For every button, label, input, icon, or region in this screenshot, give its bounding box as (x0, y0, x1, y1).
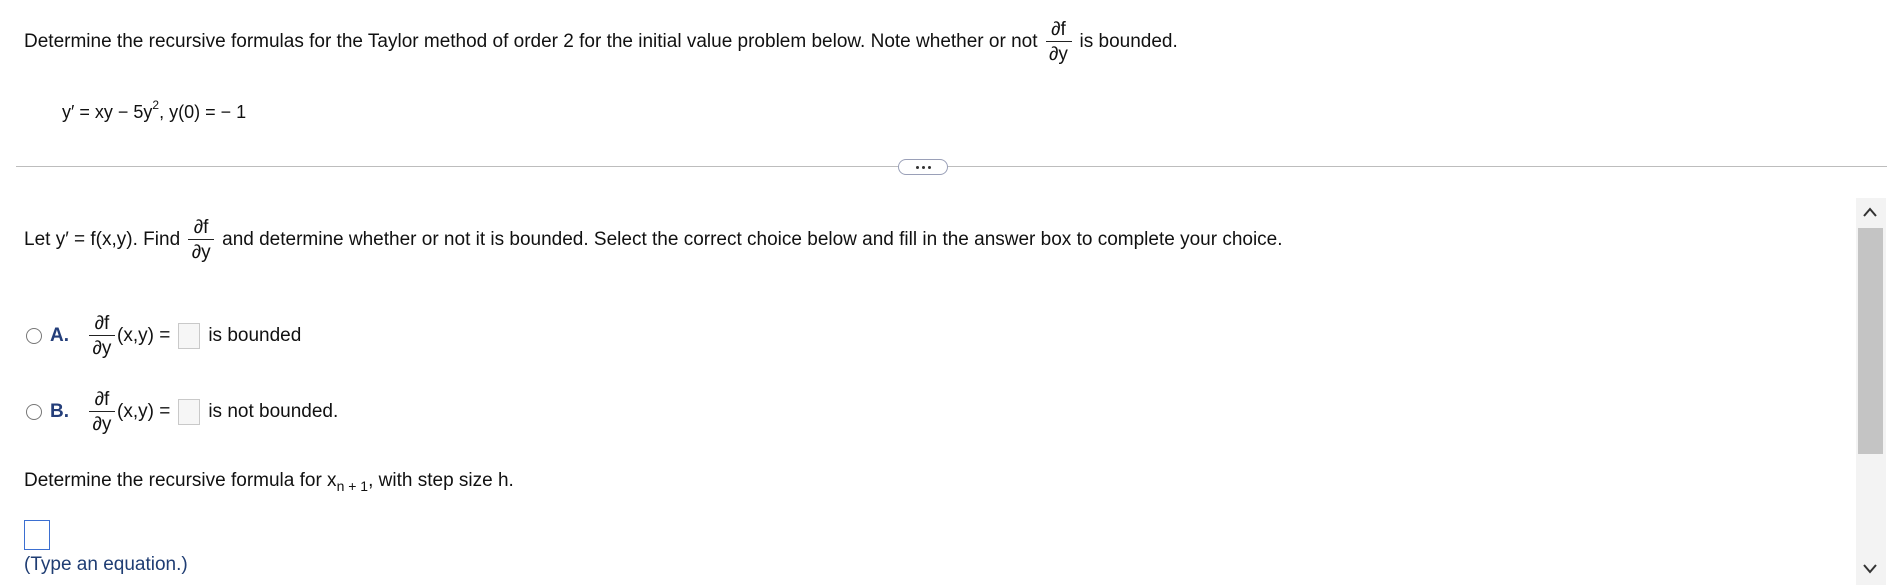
type-equation-hint: (Type an equation.) (24, 554, 188, 575)
choice-b-letter: B. (50, 401, 69, 422)
choice-b-radio[interactable] (26, 404, 42, 420)
part1-intro-end: and determine whether or not it is bound… (222, 229, 1283, 250)
part2-prompt: Determine the recursive formula for xn +… (24, 470, 514, 494)
chevron-down-icon[interactable] (1862, 560, 1878, 578)
partial-derivative-fraction: ∂f ∂y (188, 217, 215, 263)
partial-denominator: ∂y (191, 242, 211, 263)
scrollbar-thumb[interactable] (1858, 228, 1883, 454)
choice-a-expr: (x,y) = (117, 325, 171, 346)
choice-b-expr: (x,y) = (117, 401, 171, 422)
partial-numerator: ∂f (1051, 19, 1066, 40)
ivp-rhs: , y(0) = − 1 (159, 102, 247, 122)
choice-a[interactable]: A. ∂f ∂y (x,y) = is bounded (26, 314, 301, 358)
choice-b[interactable]: B. ∂f ∂y (x,y) = is not bounded. (26, 390, 338, 434)
partial-denominator: ∂y (92, 338, 112, 359)
choice-a-radio[interactable] (26, 328, 42, 344)
partial-numerator: ∂f (193, 217, 209, 238)
partial-derivative-fraction: ∂f ∂y (89, 390, 115, 434)
chevron-up-icon[interactable] (1862, 203, 1878, 221)
ivp-equation: y′ = xy − 5y2, y(0) = − 1 (62, 98, 247, 123)
section-divider (16, 166, 1887, 167)
part2-prompt-text: Determine the recursive formula for x (24, 470, 337, 491)
partial-derivative-fraction: ∂f ∂y (1045, 19, 1072, 65)
choice-b-answer-box[interactable] (178, 399, 201, 425)
more-dot-icon (915, 165, 919, 169)
choice-a-suffix: is bounded (208, 325, 302, 346)
part1-intro-text: Let y′ = f(x,y). Find (24, 229, 181, 250)
choice-a-letter: A. (50, 325, 69, 346)
choice-b-suffix: is not bounded. (208, 401, 339, 422)
choice-a-answer-box[interactable] (178, 323, 201, 349)
partial-numerator: ∂f (94, 313, 110, 334)
more-dot-icon (921, 165, 925, 169)
part1-prompt: Let y′ = f(x,y). Find ∂f ∂y and determin… (24, 218, 1283, 262)
partial-numerator: ∂f (94, 389, 110, 410)
part2-subscript: n + 1 (336, 478, 369, 494)
question-prompt-end: is bounded. (1079, 31, 1178, 52)
ivp-exponent: 2 (152, 98, 160, 112)
part2-prompt-end: , with step size h. (368, 470, 514, 491)
ivp-lhs: y′ = xy − 5y (62, 102, 153, 122)
more-dot-icon (927, 165, 931, 169)
partial-derivative-fraction: ∂f ∂y (89, 314, 115, 358)
more-button[interactable] (898, 159, 948, 175)
partial-denominator: ∂y (1049, 44, 1068, 65)
question-prompt-text: Determine the recursive formulas for the… (24, 31, 1038, 52)
equation-answer-box[interactable] (24, 520, 50, 550)
question-prompt: Determine the recursive formulas for the… (24, 20, 1178, 64)
partial-denominator: ∂y (92, 414, 112, 435)
